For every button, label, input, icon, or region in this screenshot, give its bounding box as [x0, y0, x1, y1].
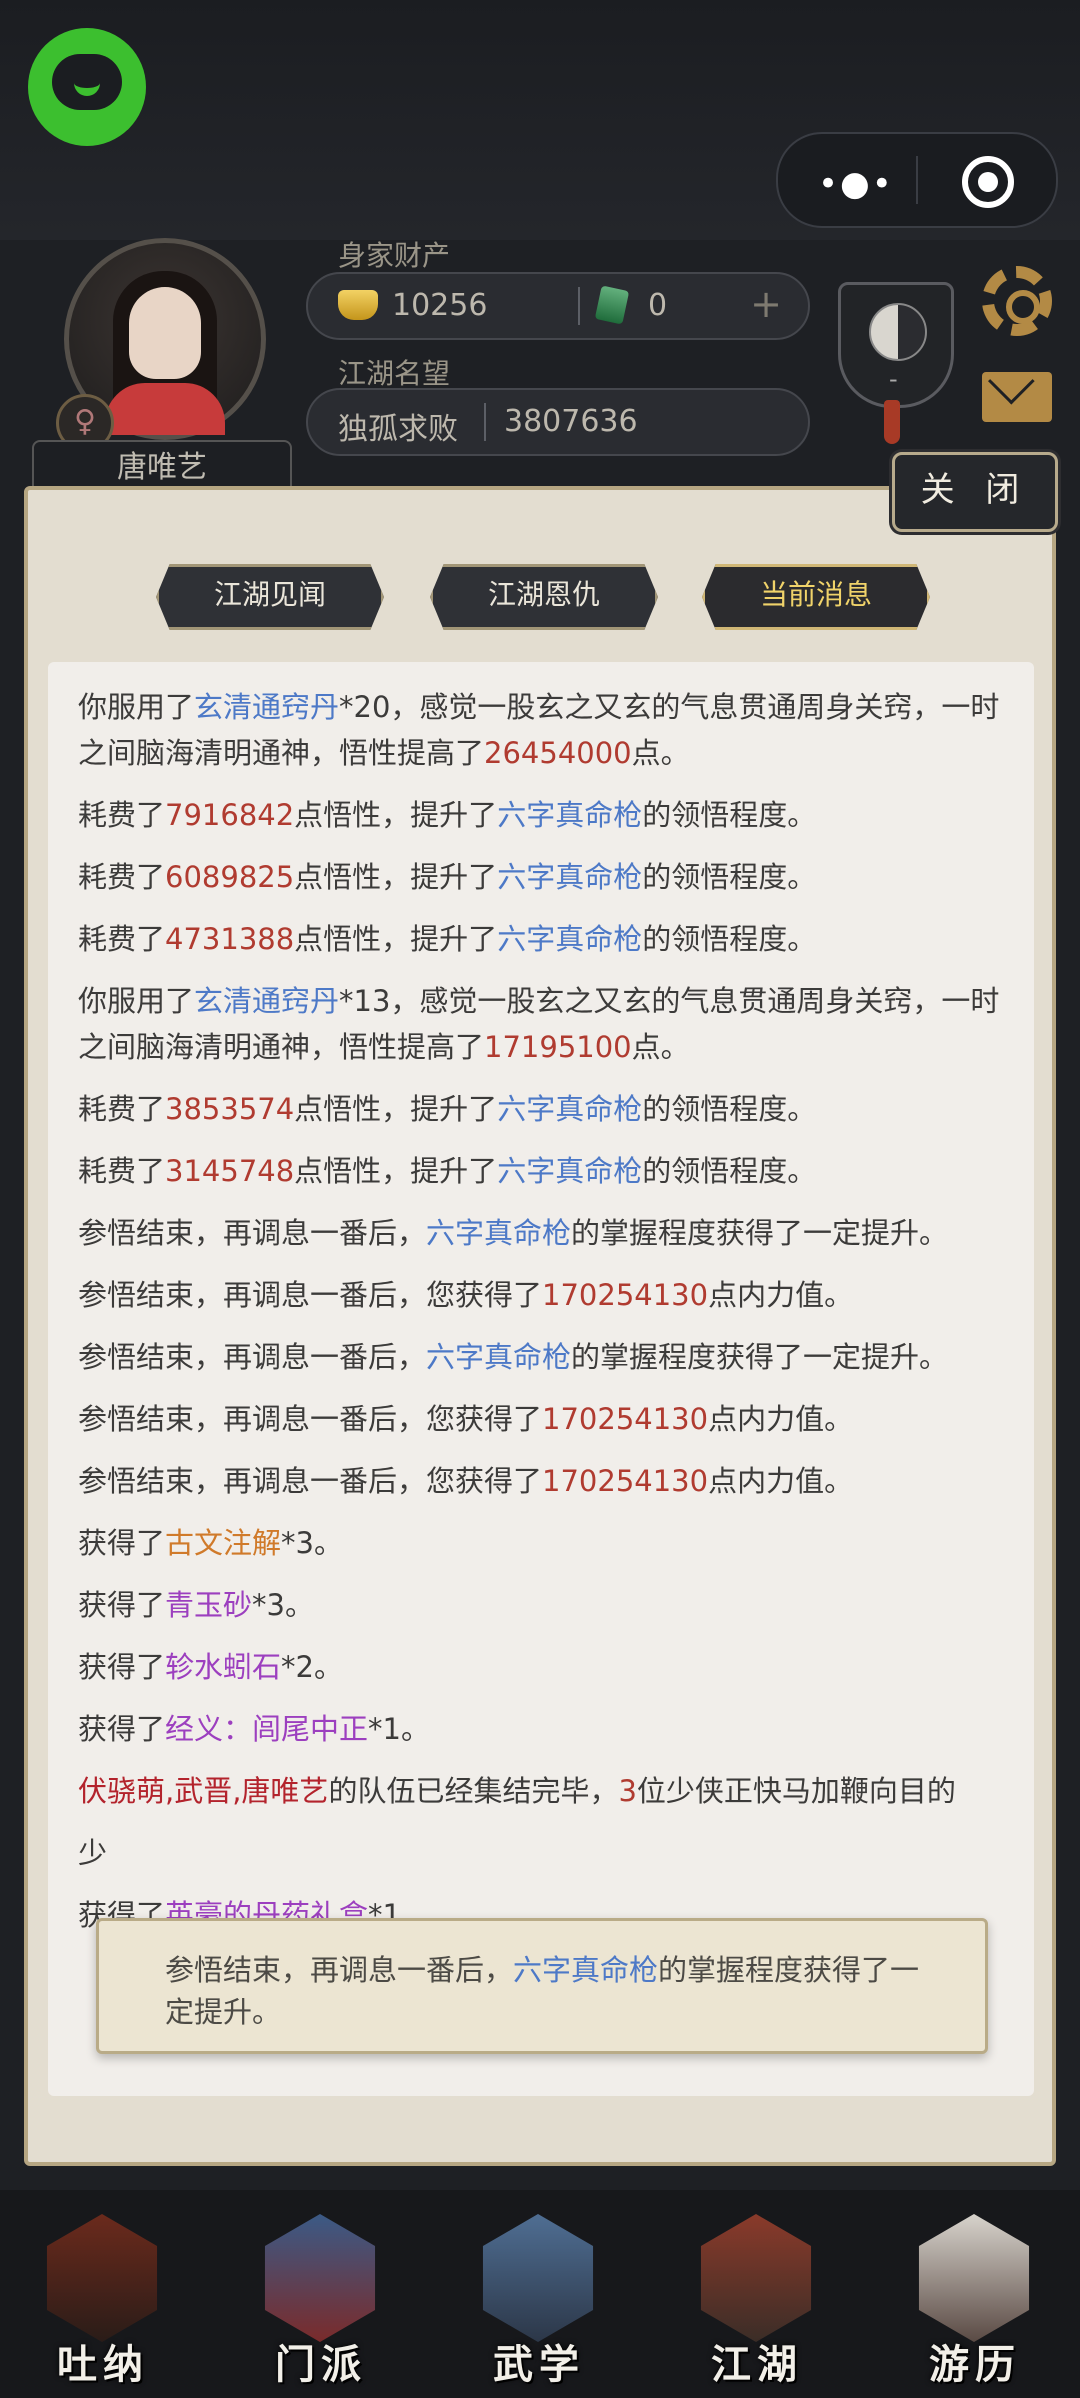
log-entry: 参悟结束，再调息一番后，您获得了170254130点内力值。 [78, 1278, 854, 1312]
log-entry: 参悟结束，再调息一番后，您获得了170254130点内力值。 [78, 1402, 854, 1436]
mail-icon[interactable] [982, 372, 1052, 422]
message-log[interactable]: 你服用了玄清通窍丹*20，感觉一股玄之又玄的气息贯通周身关窍，一时之间脑海清明通… [48, 662, 1034, 2096]
sect-banner-icon [264, 2214, 376, 2342]
more-dots-icon[interactable]: •●• [818, 164, 894, 204]
tab-jianghu-news[interactable]: 江湖见闻 [156, 564, 384, 630]
avatar-robe [105, 383, 225, 435]
tab-current-messages[interactable]: 当前消息 [702, 564, 930, 630]
nav-sect[interactable]: 门派 [246, 2206, 396, 2398]
log-entry: 参悟结束，再调息一番后，您获得了170254130点内力值。 [78, 1464, 854, 1498]
toast-notification: 参悟结束，再调息一番后，六字真命枪的掌握程度获得了一定提升。 [96, 1918, 988, 2054]
yin-yang-icon [869, 303, 927, 361]
chat-app-icon[interactable] [28, 28, 146, 146]
taiji-badge[interactable]: - [838, 282, 954, 408]
gourd-icon [46, 2214, 158, 2342]
tassel-decoration [884, 400, 900, 444]
taiji-level: - [889, 365, 898, 393]
avatar-face [129, 287, 201, 379]
fame-value: 3807636 [504, 404, 638, 439]
horse-icon [918, 2214, 1030, 2342]
close-button[interactable]: 关 闭 [892, 452, 1058, 532]
wealth-bar: 10256 0 + [306, 272, 810, 340]
add-currency-button[interactable]: + [750, 282, 782, 326]
jade-amount: 0 [648, 288, 668, 323]
exit-target-icon[interactable] [962, 156, 1014, 208]
tab-jianghu-feud[interactable]: 江湖恩仇 [430, 564, 658, 630]
scroll-book-icon [482, 2214, 594, 2342]
log-entry: 获得了轸水蚓石*2。 [78, 1650, 343, 1684]
log-entry: 耗费了3145748点悟性，提升了六字真命枪的领悟程度。 [78, 1154, 817, 1188]
hat-icon [700, 2214, 812, 2342]
nav-travel[interactable]: 游历 [900, 2206, 1050, 2398]
nav-martial-arts[interactable]: 武学 [464, 2206, 614, 2398]
log-entry: 获得了青玉砂*3。 [78, 1588, 314, 1622]
wealth-label: 身家财产 [338, 239, 451, 272]
log-entry: 获得了经义：闾尾中正*1。 [78, 1712, 430, 1746]
capsule-divider [916, 156, 918, 204]
log-entry: 你服用了玄清通窍丹*13，感觉一股玄之又玄的气息贯通周身关窍，一时之间脑海清明通… [78, 984, 1000, 1064]
fame-label: 江湖名望 [338, 357, 451, 390]
log-entry: 你服用了玄清通窍丹*20，感觉一股玄之又玄的气息贯通周身关窍，一时之间脑海清明通… [78, 690, 1000, 770]
log-entry: 参悟结束，再调息一番后，六字真命枪的掌握程度获得了一定提升。 [78, 1216, 949, 1250]
jade-icon [594, 285, 630, 325]
nav-jianghu[interactable]: 江湖 [682, 2206, 832, 2398]
log-entry: 参悟结束，再调息一番后，六字真命枪的掌握程度获得了一定提升。 [78, 1340, 949, 1374]
gold-ingot-icon [338, 290, 378, 320]
log-entry: 耗费了4731388点悟性，提升了六字真命枪的领悟程度。 [78, 922, 817, 956]
log-entry: 耗费了3853574点悟性，提升了六字真命枪的领悟程度。 [78, 1092, 817, 1126]
log-entry: 耗费了7916842点悟性，提升了六字真命枪的领悟程度。 [78, 798, 817, 832]
settings-gear-icon[interactable] [982, 266, 1052, 336]
nav-tuna[interactable]: 吐纳 [28, 2206, 178, 2398]
toast-text: 参悟结束，再调息一番后，六字真命枪的掌握程度获得了一定提升。 [165, 1953, 920, 2029]
log-entry: 获得了古文注解*3。 [78, 1526, 343, 1560]
fame-bar: 独孤求败 3807636 [306, 388, 810, 456]
wealth-divider [578, 287, 580, 325]
log-entry: 伏骁萌,武晋,唐唯艺的队伍已经集结完毕，3位少侠正快马加鞭向目的 [78, 1774, 956, 1808]
log-entry: 耗费了6089825点悟性，提升了六字真命枪的领悟程度。 [78, 860, 817, 894]
fame-divider [484, 403, 486, 441]
gold-amount: 10256 [392, 288, 488, 323]
log-entry: 少 [78, 1836, 108, 1870]
bottom-nav: 吐纳 门派 武学 江湖 游历 [0, 2190, 1080, 2398]
fame-title: 独孤求败 [338, 412, 458, 447]
mini-program-capsule: •●• [776, 132, 1058, 228]
